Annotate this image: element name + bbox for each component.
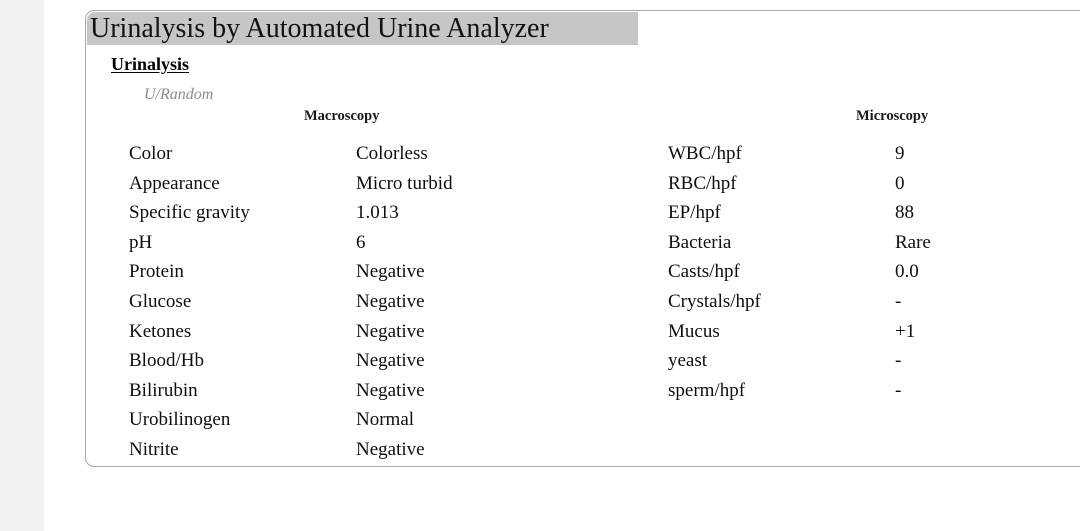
specimen-type-label: U/Random [144,86,214,103]
macroscopy-result-label: pH [129,231,153,253]
microscopy-result-value: +1 [895,320,916,342]
macroscopy-result-value: Negative [356,320,425,342]
microscopy-result-value: Rare [895,231,931,253]
microscopy-result-value: 0 [895,172,905,194]
macroscopy-result-value: Normal [356,409,415,431]
microscopy-result-label: EP/hpf [668,202,721,224]
microscopy-result-value: 0.0 [895,261,919,283]
macroscopy-result-value: Negative [356,438,425,460]
macroscopy-result-value: Negative [356,379,425,401]
microscopy-result-label: RBC/hpf [668,172,737,194]
macroscopy-result-value: Negative [356,290,425,312]
macroscopy-result-value: 1.013 [356,202,399,224]
microscopy-result-label: Mucus [668,320,720,342]
macroscopy-result-label: Nitrite [129,438,179,460]
microscopy-column-header: Microscopy [856,108,929,124]
macroscopy-result-value: Micro turbid [356,172,453,194]
urinalysis-report-card: Urinalysis by Automated Urine Analyzer U… [85,10,1080,467]
macroscopy-result-value: Negative [356,261,425,283]
microscopy-result-value: 88 [895,202,914,224]
macroscopy-column-header: Macroscopy [304,108,380,124]
report-title: Urinalysis by Automated Urine Analyzer [87,12,638,45]
macroscopy-result-value: Negative [356,350,425,372]
microscopy-result-value: 9 [895,143,905,164]
macroscopy-result-label: Glucose [129,290,192,312]
microscopy-result-label: Casts/hpf [668,261,740,283]
microscopy-result-label: yeast [668,350,708,372]
microscopy-result-value: - [895,350,902,372]
microscopy-result-label: Bacteria [668,231,732,253]
macroscopy-result-label: Specific gravity [129,202,250,224]
macroscopy-result-label: Urobilinogen [129,409,231,431]
page-left-gutter [0,0,44,531]
microscopy-result-label: sperm/hpf [668,379,746,401]
macroscopy-result-label: Color [129,143,173,164]
macroscopy-result-label: Ketones [129,320,192,342]
macroscopy-result-label: Appearance [129,172,220,194]
macroscopy-result-value: Colorless [356,143,428,164]
macroscopy-result-label: Protein [129,261,184,283]
macroscopy-result-value: 6 [356,231,366,253]
section-heading-urinalysis: Urinalysis [111,54,190,74]
microscopy-result-value: - [895,379,902,401]
microscopy-result-value: - [895,290,902,312]
macroscopy-result-label: Blood/Hb [129,350,204,372]
macroscopy-result-label: Bilirubin [129,379,198,401]
microscopy-result-label: Crystals/hpf [668,290,761,312]
microscopy-result-label: WBC/hpf [668,143,742,164]
